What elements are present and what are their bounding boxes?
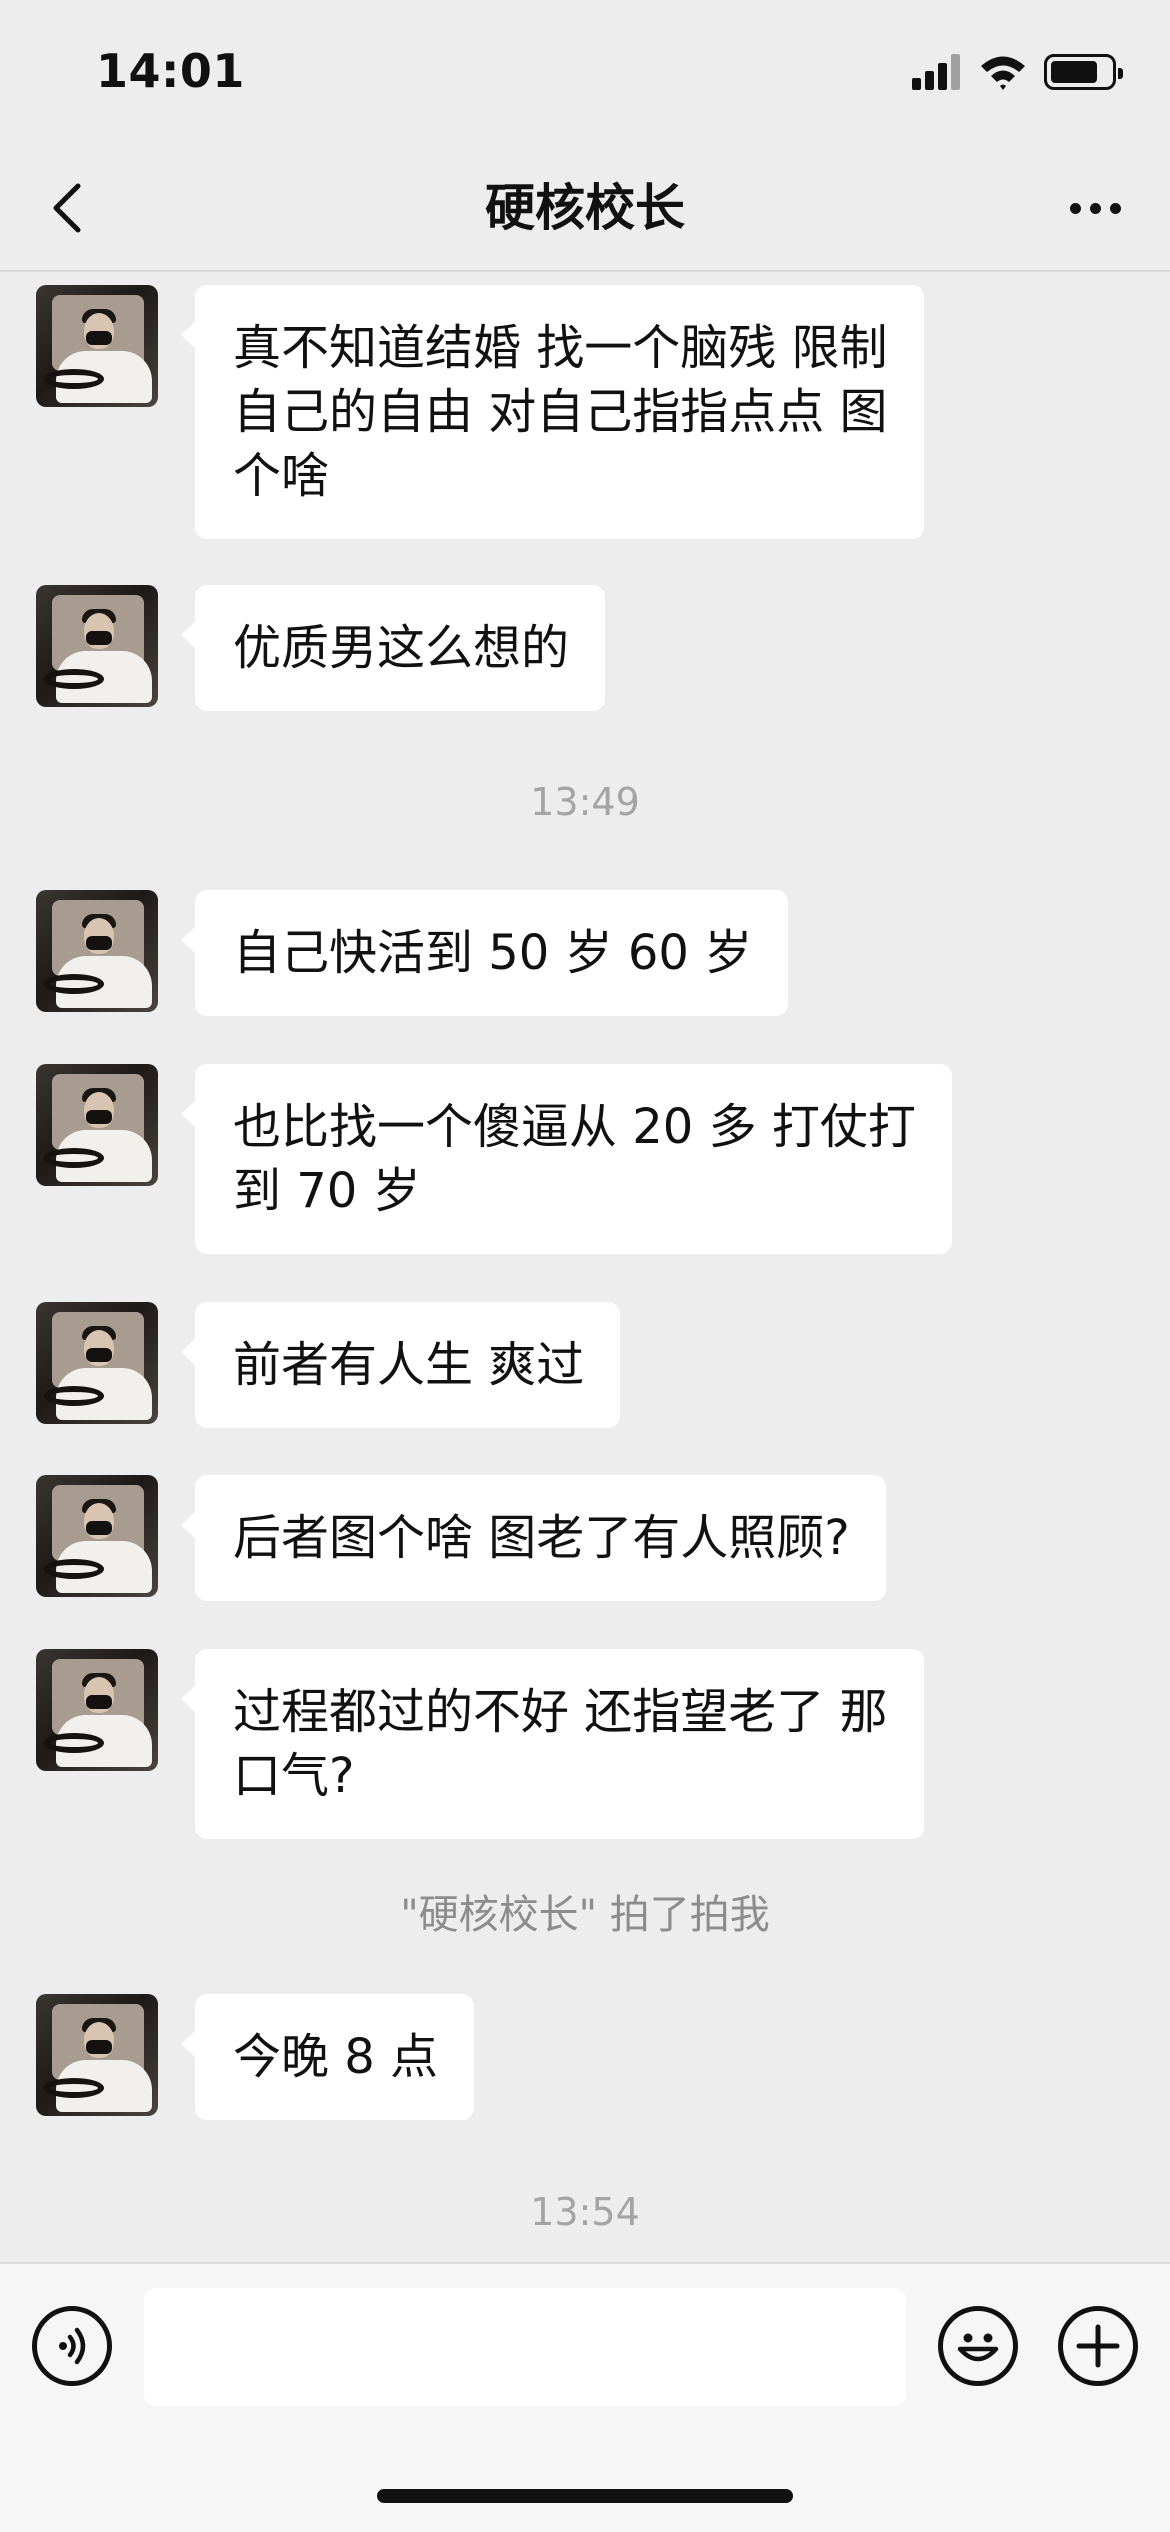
- avatar[interactable]: [36, 1475, 158, 1597]
- avatar[interactable]: [36, 1994, 158, 2116]
- chat-message-list[interactable]: 真不知道结婚 找一个脑残 限制 自己的自由 对自己指指点点 图 个啥 优质男这么…: [0, 274, 1170, 2262]
- message-text-line: 优质男这么想的: [233, 620, 570, 676]
- message-text-line: 今晚 8 点: [233, 2029, 439, 2085]
- signal-icon: [912, 54, 962, 90]
- plus-button[interactable]: [1058, 2306, 1138, 2386]
- message-bubble[interactable]: 今晚 8 点: [180, 1994, 475, 2120]
- avatar[interactable]: [36, 1649, 158, 1771]
- message-bubble[interactable]: 前者有人生 爽过: [180, 1302, 621, 1428]
- more-dots-icon: [1069, 202, 1081, 214]
- voice-button[interactable]: [32, 2306, 112, 2386]
- timestamp: 13:54: [530, 2190, 640, 2234]
- message-bubble[interactable]: 真不知道结婚 找一个脑残 限制 自己的自由 对自己指指点点 图 个啥: [181, 285, 924, 539]
- voice-icon: [59, 2327, 86, 2365]
- avatar[interactable]: [36, 285, 158, 407]
- message-text-line: 口气?: [233, 1748, 355, 1804]
- more-button[interactable]: [1060, 176, 1130, 240]
- plus-icon: [1076, 2324, 1120, 2368]
- home-indicator[interactable]: [377, 2489, 793, 2503]
- battery-icon: [1044, 54, 1123, 90]
- status-bar: 14:01: [0, 0, 1170, 150]
- message-bubble[interactable]: 过程都过的不好 还指望老了 那 口气?: [181, 1649, 924, 1839]
- timestamp: 13:49: [530, 780, 640, 824]
- emoji-button[interactable]: [938, 2306, 1018, 2386]
- message-text-line: 真不知道结婚 找一个脑残 限制: [233, 320, 888, 376]
- message-text-line: 个啥: [233, 448, 330, 504]
- message-bubble[interactable]: 优质男这么想的: [180, 585, 606, 711]
- avatar[interactable]: [36, 1064, 158, 1186]
- status-icons: [912, 52, 1123, 92]
- message-bubble[interactable]: 自己快活到 50 岁 60 岁: [180, 890, 789, 1016]
- message-text-line: 前者有人生 爽过: [233, 1337, 585, 1393]
- wifi-icon: [981, 56, 1025, 90]
- emoji-icon: [957, 2333, 999, 2362]
- message-bubble[interactable]: 后者图个啥 图老了有人照顾?: [181, 1475, 886, 1601]
- message-text-line: 过程都过的不好 还指望老了 那: [233, 1684, 888, 1740]
- message-text-line: 也比找一个傻逼从 20 多 打仗打: [233, 1099, 916, 1155]
- message-text-line: 自己的自由 对自己指指点点 图: [233, 384, 888, 440]
- pat-notification: "硬核校长" 拍了拍我: [400, 1892, 770, 1938]
- message-input[interactable]: [144, 2288, 906, 2406]
- avatar[interactable]: [36, 1302, 158, 1424]
- message-text-line: 到 70 岁: [233, 1163, 421, 1219]
- message-text-line: 后者图个啥 图老了有人照顾?: [233, 1510, 850, 1566]
- nav-bar: 硬核校长: [0, 150, 1170, 272]
- avatar[interactable]: [36, 585, 158, 707]
- avatar[interactable]: [36, 890, 158, 1012]
- status-time: 14:01: [96, 44, 245, 98]
- message-bubble[interactable]: 也比找一个傻逼从 20 多 打仗打 到 70 岁: [181, 1064, 952, 1254]
- message-text-line: 自己快活到 50 岁 60 岁: [233, 925, 753, 981]
- chat-title: 硬核校长: [485, 179, 685, 237]
